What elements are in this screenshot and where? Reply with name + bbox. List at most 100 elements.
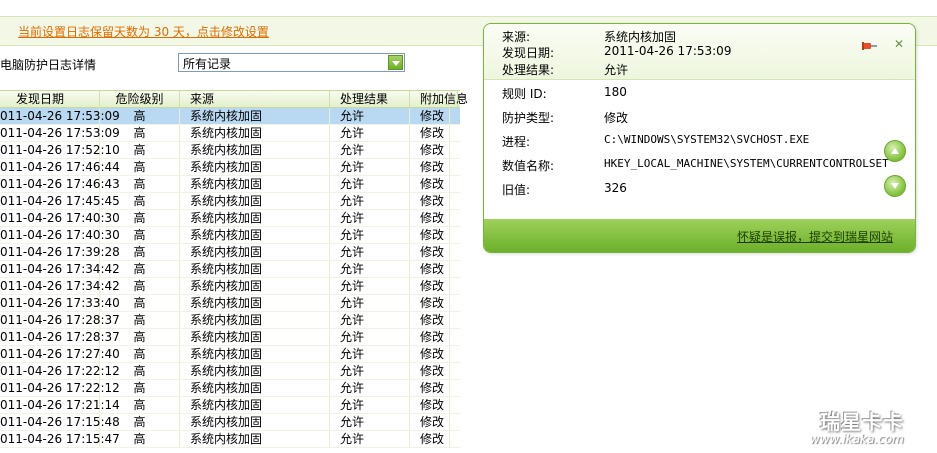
cell-source: 系统内核加固	[180, 210, 330, 226]
cell-level: 高	[100, 346, 180, 362]
column-extra[interactable]: 附加信息	[410, 91, 468, 107]
cell-result: 允许	[330, 176, 410, 192]
table-row[interactable]: 011-04-26 17:40:30 高系统内核加固 允许 修改	[0, 227, 460, 244]
cell-date: 011-04-26 17:28:37	[0, 329, 120, 345]
column-result[interactable]: 处理结果	[330, 91, 410, 107]
cell-source: 系统内核加固	[180, 312, 330, 328]
table-row[interactable]: 011-04-26 17:34:42 高系统内核加固 允许 修改	[0, 261, 460, 278]
table-row[interactable]: 011-04-26 17:46:44 高系统内核加固 允许 修改	[0, 159, 460, 176]
cell-result: 允许	[330, 244, 410, 260]
detail-result-value: 允许	[604, 63, 629, 77]
cell-level: 高	[100, 312, 180, 328]
cell-level: 高	[100, 397, 180, 413]
cell-source: 系统内核加固	[180, 159, 330, 175]
report-false-positive-link[interactable]: 怀疑是误报，提交到瑞星网站	[737, 228, 893, 245]
table-row[interactable]: 011-04-26 17:27:40 高系统内核加固 允许 修改	[0, 346, 460, 363]
cell-result: 允许	[330, 380, 410, 396]
cell-date: 011-04-26 17:21:14	[0, 397, 120, 413]
cell-result: 允许	[330, 295, 410, 311]
brand-watermark: 瑞星卡卡 www.ikaka.com	[800, 404, 930, 450]
cell-extra: 修改	[410, 346, 450, 362]
column-date[interactable]: 发现日期	[0, 91, 100, 107]
cell-level: 高	[100, 125, 180, 141]
cell-result: 允许	[330, 125, 410, 141]
cell-result: 允许	[330, 193, 410, 209]
close-icon[interactable]: ✕	[894, 38, 906, 50]
cell-source: 系统内核加固	[180, 244, 330, 260]
scroll-up-button[interactable]	[884, 140, 906, 162]
detail-process-value: C:\WINDOWS\SYSTEM32\SVCHOST.EXE	[604, 133, 810, 146]
cell-date: 011-04-26 17:33:40	[0, 295, 120, 311]
cell-level: 高	[100, 142, 180, 158]
table-row[interactable]: 011-04-26 17:52:10 高系统内核加固 允许 修改	[0, 142, 460, 159]
chevron-down-icon[interactable]	[388, 55, 403, 70]
cell-result: 允许	[330, 397, 410, 413]
table-row[interactable]: 011-04-26 17:15:48 高系统内核加固 允许 修改	[0, 414, 460, 431]
table-row[interactable]: 011-04-26 17:53:09 高系统内核加固 允许 修改	[0, 125, 460, 142]
table-row[interactable]: 011-04-26 17:39:28 高系统内核加固 允许 修改	[0, 244, 460, 261]
cell-source: 系统内核加固	[180, 261, 330, 277]
column-level[interactable]: 危险级别	[100, 91, 180, 107]
cell-result: 允许	[330, 159, 410, 175]
cell-source: 系统内核加固	[180, 176, 330, 192]
table-row[interactable]: 011-04-26 17:28:37 高系统内核加固 允许 修改	[0, 312, 460, 329]
detail-date-label: 发现日期:	[502, 46, 555, 60]
cell-result: 允许	[330, 142, 410, 158]
cell-result: 允许	[330, 227, 410, 243]
cell-date: 011-04-26 17:22:12	[0, 363, 120, 379]
cell-result: 允许	[330, 414, 410, 430]
cell-extra: 修改	[410, 227, 450, 243]
cell-level: 高	[100, 159, 180, 175]
cell-result: 允许	[330, 329, 410, 345]
scroll-down-button[interactable]	[884, 175, 906, 197]
table-row[interactable]: 011-04-26 17:45:45 高系统内核加固 允许 修改	[0, 193, 460, 210]
record-filter-select[interactable]: 所有记录	[178, 53, 405, 72]
cell-level: 高	[100, 431, 180, 447]
cell-level: 高	[100, 278, 180, 294]
table-row[interactable]: 011-04-26 17:22:12 高系统内核加固 允许 修改	[0, 380, 460, 397]
log-table: 发现日期 危险级别 来源 处理结果 附加信息 011-04-26 17:53:0…	[0, 90, 468, 448]
cell-date: 011-04-26 17:46:44	[0, 159, 120, 175]
detail-type-value: 修改	[604, 111, 629, 125]
table-row[interactable]: 011-04-26 17:22:12 高系统内核加固 允许 修改	[0, 363, 460, 380]
cell-result: 允许	[330, 210, 410, 226]
cell-date: 011-04-26 17:28:37	[0, 312, 120, 328]
detail-type-label: 防护类型:	[502, 111, 555, 125]
cell-level: 高	[100, 261, 180, 277]
table-row[interactable]: 011-04-26 17:53:09 高系统内核加固 允许 修改	[0, 108, 460, 125]
table-row[interactable]: 011-04-26 17:34:42 高系统内核加固 允许 修改	[0, 278, 460, 295]
cell-level: 高	[100, 210, 180, 226]
table-row[interactable]: 011-04-26 17:40:30 高系统内核加固 允许 修改	[0, 210, 460, 227]
cell-extra: 修改	[410, 159, 450, 175]
record-filter-value: 所有记录	[183, 57, 232, 71]
cell-extra: 修改	[410, 363, 450, 379]
cell-source: 系统内核加固	[180, 227, 330, 243]
cell-level: 高	[100, 363, 180, 379]
cell-level: 高	[100, 295, 180, 311]
table-row[interactable]: 011-04-26 17:28:37 高系统内核加固 允许 修改	[0, 329, 460, 346]
watermark-brand: 瑞星卡卡	[820, 410, 904, 434]
cell-level: 高	[100, 176, 180, 192]
cell-result: 允许	[330, 431, 410, 447]
cell-level: 高	[100, 380, 180, 396]
detail-rule-label: 规则 ID:	[502, 87, 547, 101]
retention-settings-link[interactable]: 当前设置日志保留天数为 30 天，点击修改设置	[18, 23, 269, 40]
table-row[interactable]: 011-04-26 17:21:14 高系统内核加固 允许 修改	[0, 397, 460, 414]
column-source[interactable]: 来源	[180, 91, 330, 107]
table-row[interactable]: 011-04-26 17:46:43 高系统内核加固 允许 修改	[0, 176, 460, 193]
pin-icon[interactable]	[862, 40, 878, 52]
cell-source: 系统内核加固	[180, 108, 330, 124]
table-row[interactable]: 011-04-26 17:15:47 高系统内核加固 允许 修改	[0, 431, 460, 448]
cell-extra: 修改	[410, 329, 450, 345]
cell-date: 011-04-26 17:15:47	[0, 431, 120, 447]
cell-extra: 修改	[410, 210, 450, 226]
cell-date: 011-04-26 17:40:30	[0, 227, 120, 243]
table-row[interactable]: 011-04-26 17:33:40 高系统内核加固 允许 修改	[0, 295, 460, 312]
cell-date: 011-04-26 17:40:30	[0, 210, 120, 226]
table-header: 发现日期 危险级别 来源 处理结果 附加信息	[0, 90, 468, 108]
cell-date: 011-04-26 17:45:45	[0, 193, 120, 209]
cell-extra: 修改	[410, 278, 450, 294]
detail-source-label: 来源:	[502, 30, 531, 44]
cell-date: 011-04-26 17:53:09	[0, 125, 120, 141]
table-body: 011-04-26 17:53:09 高系统内核加固 允许 修改 011-04-26 1…	[0, 108, 460, 448]
